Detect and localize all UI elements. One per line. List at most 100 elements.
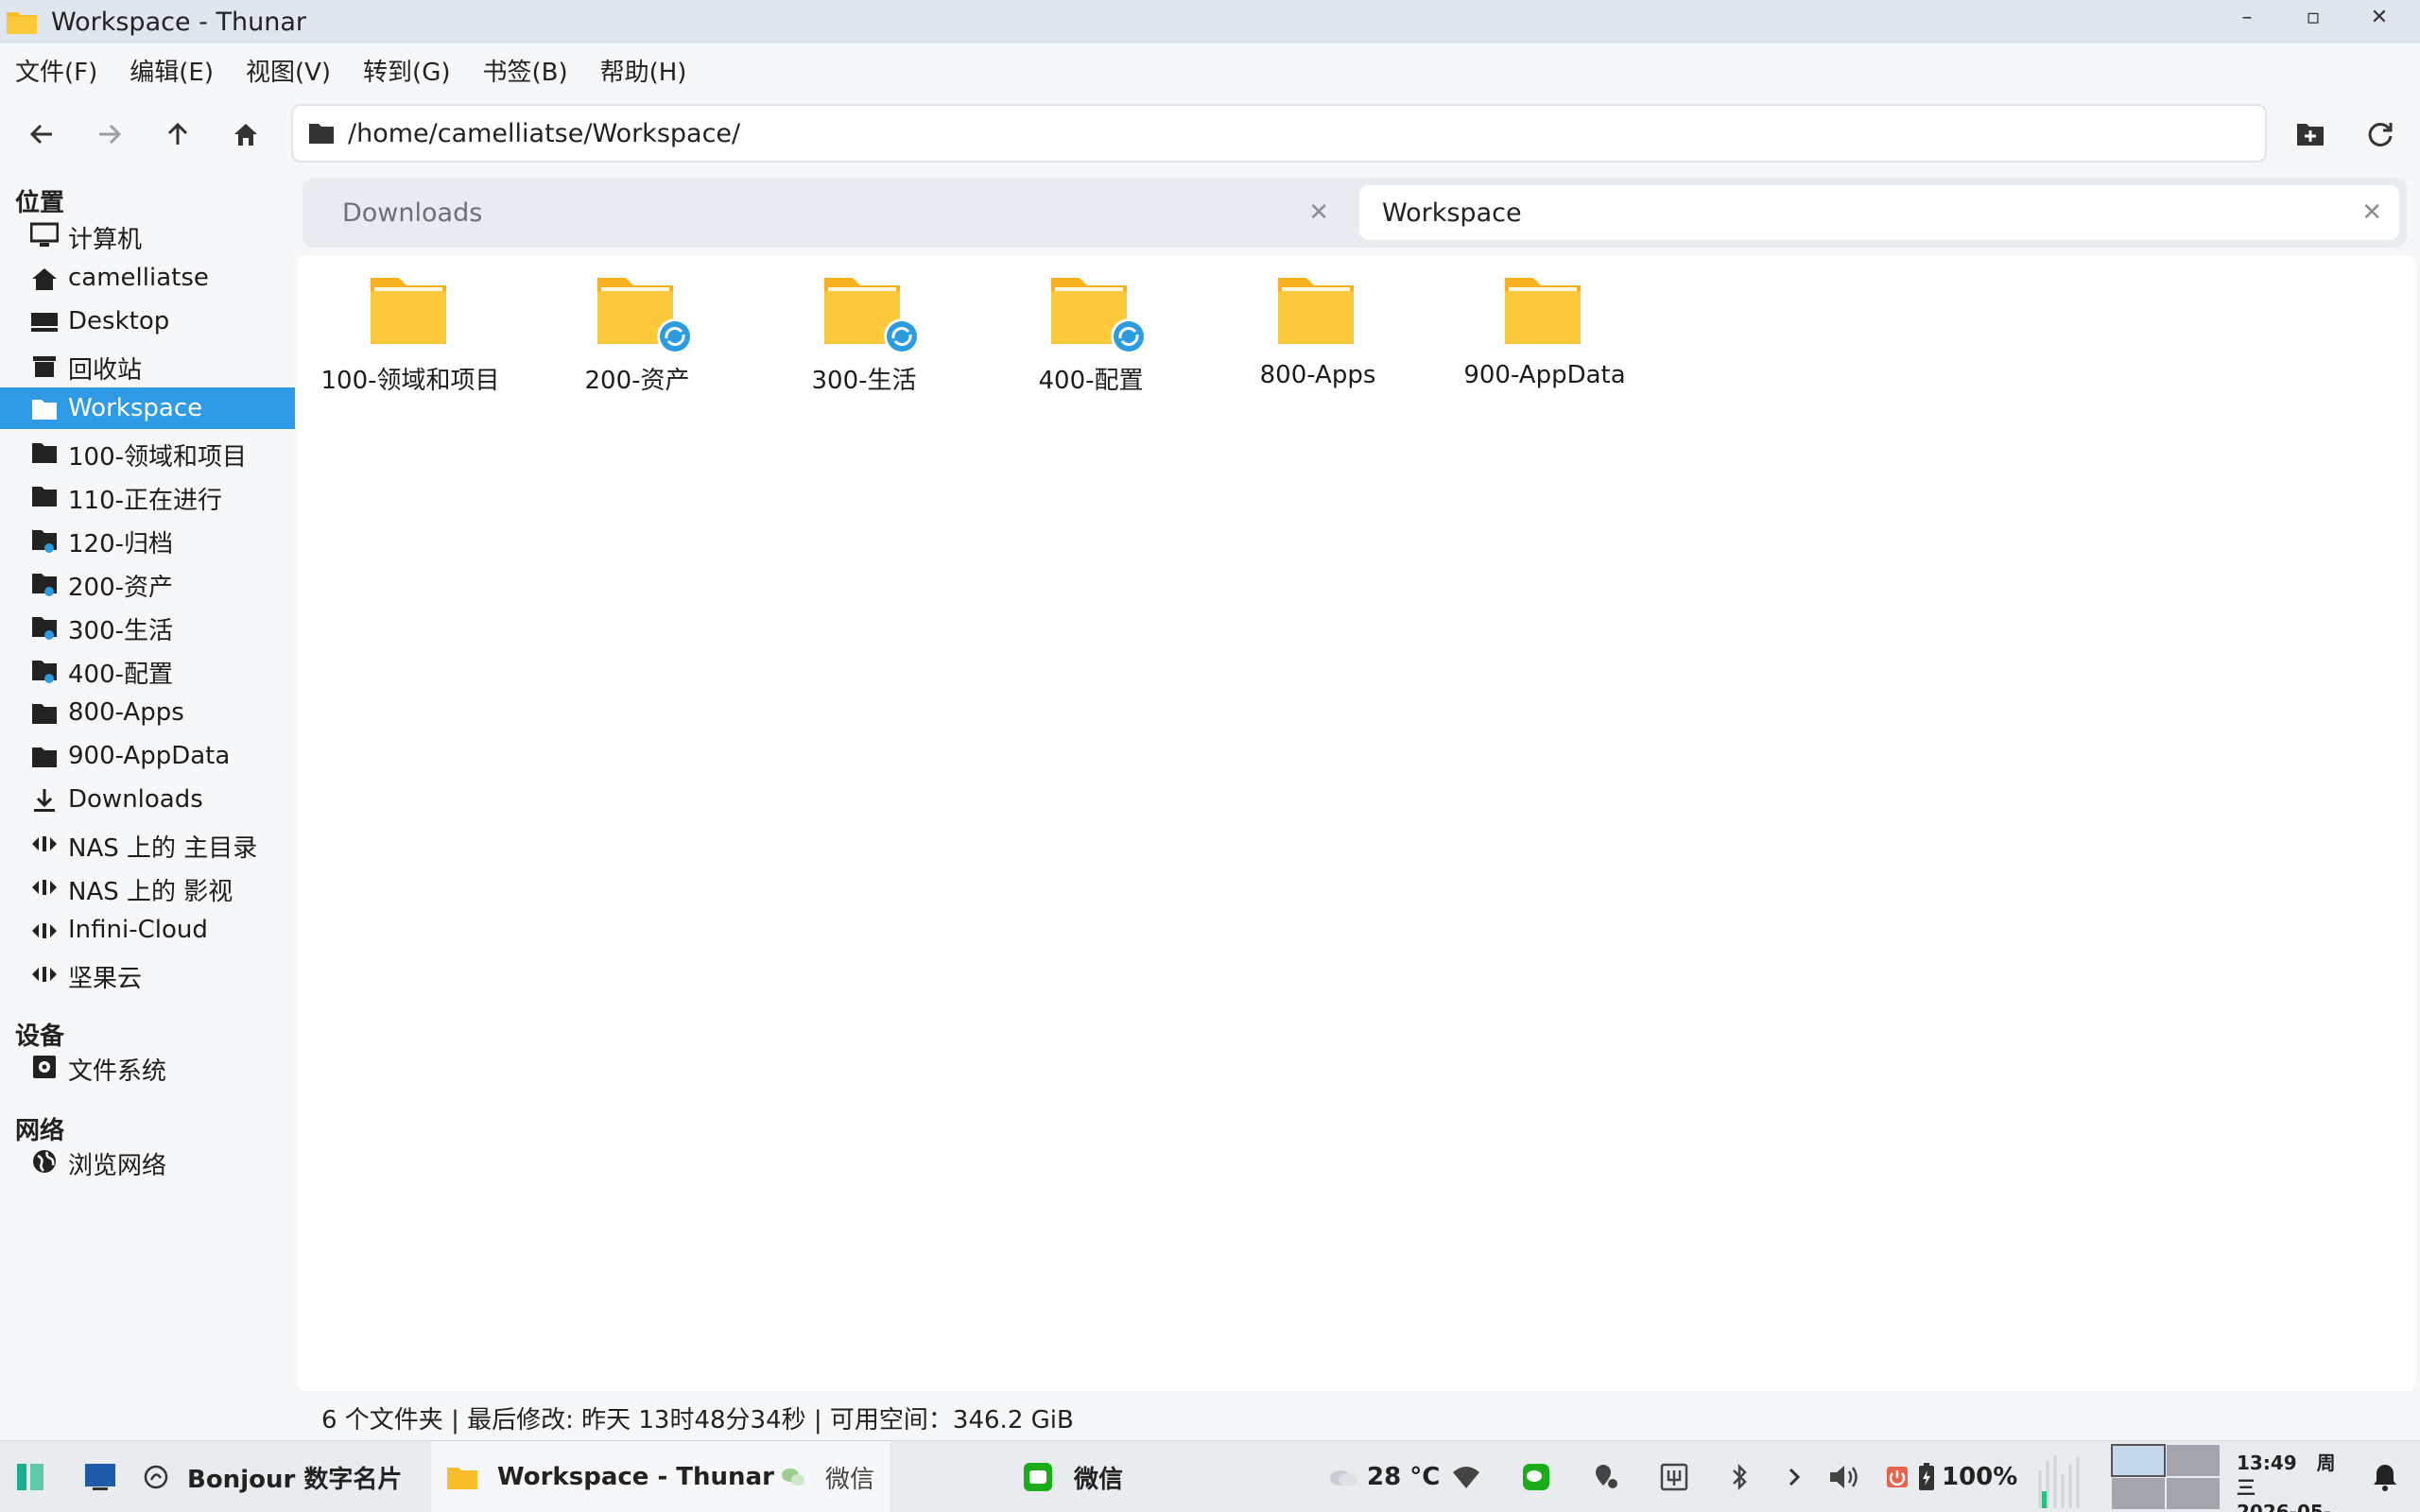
- volume-tray[interactable]: [1828, 1441, 1860, 1512]
- location-tray[interactable]: [1594, 1441, 1620, 1512]
- workspace-switcher[interactable]: [2110, 1441, 2221, 1512]
- trash-icon: [33, 356, 56, 377]
- sidebar-item-800[interactable]: 800-Apps: [0, 692, 295, 733]
- bluetooth-tray[interactable]: [1728, 1441, 1751, 1512]
- app-launcher-button[interactable]: [13, 1441, 47, 1512]
- new-folder-icon: [2297, 124, 2324, 146]
- home-button[interactable]: [223, 112, 268, 157]
- battery-tray[interactable]: 100%: [1885, 1441, 2017, 1512]
- sidebar-item-nas-home[interactable]: NAS 上的 主目录: [0, 822, 295, 864]
- wifi-icon: [1453, 1467, 1479, 1488]
- sidebar-item-home[interactable]: camelliatse: [0, 257, 295, 299]
- menu-help[interactable]: 帮助(H): [600, 53, 687, 88]
- maximize-button[interactable]: ▫: [2299, 6, 2327, 29]
- folder-icon: [1505, 278, 1581, 344]
- clock[interactable]: 13:49 周三 2026-05-13: [2237, 1451, 2350, 1512]
- taskbar-app-extra: 微信: [824, 1465, 874, 1494]
- window-controls: – ▫ ✕: [2233, 6, 2394, 29]
- sidebar-item-browse-network[interactable]: 浏览网络: [0, 1140, 295, 1181]
- sidebar-item-label: 回收站: [68, 356, 143, 385]
- menu-bookmarks[interactable]: 书签(B): [482, 53, 567, 88]
- folder-item[interactable]: 900-AppData: [1431, 274, 1658, 406]
- folder-icon: [32, 704, 57, 724]
- sidebar-item-label: 200-资产: [68, 574, 174, 602]
- sidebar-item-nas-video[interactable]: NAS 上的 影视: [0, 866, 295, 907]
- show-desktop-button[interactable]: [83, 1441, 117, 1512]
- sidebar-item-200[interactable]: 200-资产: [0, 561, 295, 603]
- wechat-icon: [1024, 1463, 1052, 1491]
- cloud-icon: [1330, 1470, 1357, 1486]
- sidebar-item-900[interactable]: 900-AppData: [0, 735, 295, 777]
- close-tab-icon[interactable]: ✕: [1308, 198, 1329, 227]
- input-method-tray[interactable]: [1660, 1441, 1688, 1512]
- battery-percent: 100%: [1942, 1463, 2018, 1491]
- sidebar-item-120[interactable]: 120-归档: [0, 518, 295, 559]
- sidebar-item-downloads[interactable]: Downloads: [0, 779, 295, 820]
- location-bar[interactable]: /home/camelliatse/Workspace/: [291, 104, 2267, 163]
- taskbar-app-thunar[interactable]: Workspace - Thunar 微信: [431, 1441, 890, 1512]
- sidebar-item-filesystem[interactable]: 文件系统: [0, 1045, 295, 1087]
- wifi-tray[interactable]: [1452, 1441, 1480, 1512]
- tab-downloads[interactable]: Downloads ✕: [310, 185, 1346, 240]
- folder-item[interactable]: 100-领域和项目: [297, 274, 524, 406]
- sidebar-item-workspace[interactable]: Workspace: [0, 387, 295, 429]
- back-button[interactable]: [19, 112, 64, 157]
- sidebar-item-trash[interactable]: 回收站: [0, 344, 295, 386]
- tray-expand-button[interactable]: [1785, 1441, 1804, 1512]
- sidebar-item-label: 800-Apps: [68, 698, 184, 727]
- speaker-icon: [1830, 1466, 1858, 1488]
- forward-button[interactable]: [87, 112, 132, 157]
- new-folder-button[interactable]: [2288, 112, 2333, 157]
- file-view[interactable]: 100-领域和项目 200-资产 300-生活 400-配置 800-Apps …: [297, 255, 2416, 1391]
- wechat-icon: [781, 1469, 804, 1486]
- input-method-icon: [1660, 1463, 1688, 1491]
- menu-view[interactable]: 视图(V): [246, 53, 331, 88]
- folder-item[interactable]: 800-Apps: [1204, 274, 1431, 406]
- notifications-button[interactable]: [2371, 1441, 2399, 1512]
- sidebar-item-jianguoyun[interactable]: 坚果云: [0, 953, 295, 994]
- computer-icon: [30, 222, 59, 247]
- menu-go[interactable]: 转到(G): [363, 53, 450, 88]
- close-tab-icon[interactable]: ✕: [2361, 198, 2382, 227]
- taskbar-app-wechat[interactable]: 微信: [1023, 1441, 1123, 1512]
- wechat-tray[interactable]: [1522, 1441, 1550, 1512]
- sidebar-item-computer[interactable]: 计算机: [0, 214, 295, 255]
- minimize-button[interactable]: –: [2233, 6, 2261, 29]
- wechat-icon: [1523, 1464, 1549, 1490]
- sidebar-item-label: 计算机: [68, 226, 143, 254]
- location-path[interactable]: /home/camelliatse/Workspace/: [348, 119, 740, 148]
- folder-icon: [371, 278, 446, 344]
- sidebar-item-infini-cloud[interactable]: Infini-Cloud: [0, 909, 295, 951]
- folder-name: 400-配置: [1038, 367, 1144, 395]
- weather-temp: 28 °C: [1367, 1463, 1441, 1491]
- network-share-icon: [32, 880, 57, 895]
- sidebar-item-100[interactable]: 100-领域和项目: [0, 431, 295, 472]
- tab-label: Workspace: [1382, 198, 1522, 228]
- weather-widget[interactable]: 28 °C: [1327, 1441, 1440, 1512]
- refresh-icon: [2368, 122, 2393, 146]
- menu-file[interactable]: 文件(F): [15, 53, 97, 88]
- chevron-right-icon: [1789, 1468, 1801, 1486]
- close-window-button[interactable]: ✕: [2365, 6, 2394, 29]
- up-button[interactable]: [155, 112, 200, 157]
- sidebar-item-400[interactable]: 400-配置: [0, 648, 295, 690]
- taskbar-app-bonjour[interactable]: Bonjour 数字名片: [142, 1441, 402, 1512]
- sidebar-item-label: Workspace: [68, 394, 203, 422]
- sidebar-item-300[interactable]: 300-生活: [0, 605, 295, 646]
- sidebar-item-desktop[interactable]: Desktop: [0, 301, 295, 342]
- folder-icon: [32, 400, 57, 420]
- folder-item[interactable]: 200-资产: [524, 274, 751, 406]
- tab-workspace[interactable]: Workspace ✕: [1359, 185, 2399, 240]
- folder-name: 100-领域和项目: [320, 367, 500, 395]
- folder-item[interactable]: 400-配置: [977, 274, 1204, 406]
- folder-sync-icon: [32, 530, 57, 553]
- menu-edit[interactable]: 编辑(E): [130, 53, 214, 88]
- desktop-icon: [31, 313, 58, 332]
- workspace-pager-icon: [2111, 1444, 2220, 1509]
- sidebar-item-110[interactable]: 110-正在进行: [0, 474, 295, 516]
- sidebar-item-label: 100-领域和项目: [68, 443, 248, 472]
- reload-button[interactable]: [2358, 112, 2403, 157]
- folder-item[interactable]: 300-生活: [751, 274, 977, 406]
- folder-name: 200-资产: [584, 367, 690, 395]
- tab-label: Downloads: [342, 198, 483, 228]
